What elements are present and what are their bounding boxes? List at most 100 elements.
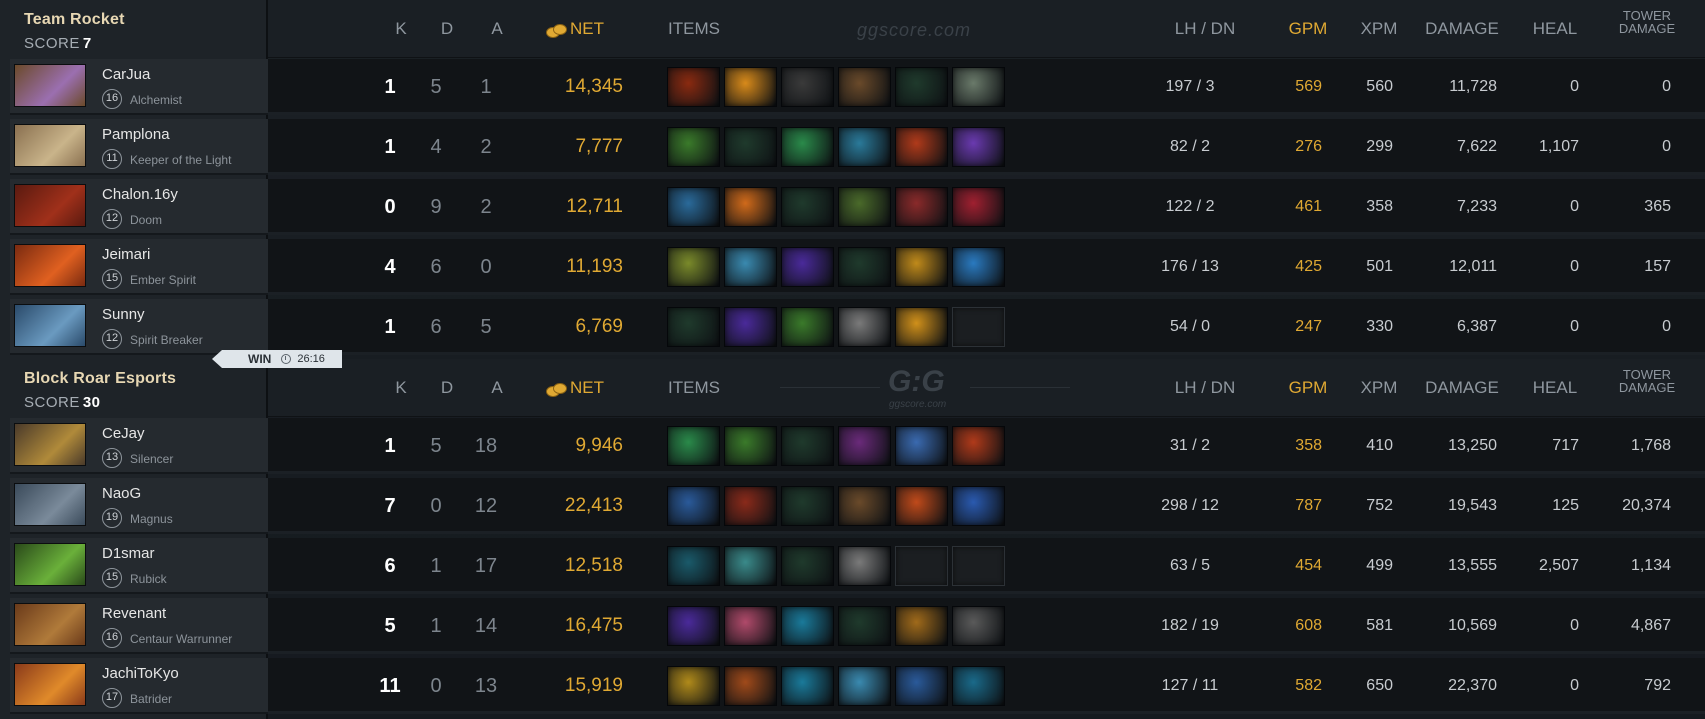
item-icon[interactable] xyxy=(781,546,834,586)
item-icon[interactable] xyxy=(667,307,720,347)
item-icon[interactable] xyxy=(724,247,777,287)
player-name[interactable]: CarJua xyxy=(102,66,150,83)
column-header-assists[interactable]: A xyxy=(487,19,507,39)
item-icon[interactable] xyxy=(895,486,948,526)
item-icon[interactable] xyxy=(781,426,834,466)
player-row[interactable]: Pamplona 11 Keeper of the Light 1 4 2 7,777 82 … xyxy=(0,118,1705,176)
item-icon[interactable] xyxy=(667,486,720,526)
item-icon[interactable] xyxy=(952,67,1005,107)
column-header-xpm[interactable]: XPM xyxy=(1354,19,1404,39)
player-name[interactable]: Sunny xyxy=(102,306,145,323)
item-icon[interactable] xyxy=(781,127,834,167)
item-icon[interactable] xyxy=(952,606,1005,646)
column-header-gpm[interactable]: GPM xyxy=(1283,19,1333,39)
item-icon[interactable] xyxy=(895,247,948,287)
item-icon[interactable] xyxy=(781,486,834,526)
item-icon[interactable] xyxy=(667,127,720,167)
item-icon[interactable] xyxy=(895,127,948,167)
column-header-heal[interactable]: HEAL xyxy=(1530,378,1580,398)
item-icon[interactable] xyxy=(895,307,948,347)
item-icon[interactable] xyxy=(952,247,1005,287)
player-name[interactable]: D1smar xyxy=(102,545,155,562)
item-icon[interactable] xyxy=(895,187,948,227)
column-header-kills[interactable]: K xyxy=(391,378,411,398)
player-card[interactable]: Jeimari 15 Ember Spirit xyxy=(10,239,268,295)
player-row[interactable]: Revenant 16 Centaur Warrunner 5 1 14 16,475 182… xyxy=(0,597,1705,655)
item-icon[interactable] xyxy=(724,606,777,646)
column-header-deaths[interactable]: D xyxy=(437,378,457,398)
item-icon[interactable] xyxy=(952,127,1005,167)
column-header-net[interactable]: NET xyxy=(540,378,610,398)
player-row[interactable]: CarJua 16 Alchemist 1 5 1 14,345 197 / 3 569 560 1… xyxy=(0,58,1705,116)
player-row[interactable]: CeJay 13 Silencer 1 5 18 9,946 31 / 2 358 410 13,2… xyxy=(0,417,1705,475)
item-icon[interactable] xyxy=(838,187,891,227)
item-icon[interactable] xyxy=(724,307,777,347)
column-header-heal[interactable]: HEAL xyxy=(1530,19,1580,39)
column-header-net[interactable]: NET xyxy=(540,19,610,39)
item-icon[interactable] xyxy=(724,486,777,526)
item-icon[interactable] xyxy=(724,127,777,167)
column-header-lh-dn[interactable]: LH / DN xyxy=(1160,19,1250,39)
item-icon[interactable] xyxy=(838,127,891,167)
item-icon[interactable] xyxy=(781,247,834,287)
item-icon[interactable] xyxy=(838,486,891,526)
item-icon[interactable] xyxy=(724,67,777,107)
column-header-gpm[interactable]: GPM xyxy=(1283,378,1333,398)
player-name[interactable]: JachiToKyo xyxy=(102,665,179,682)
column-header-items[interactable]: ITEMS xyxy=(664,378,724,398)
player-row[interactable]: Jeimari 15 Ember Spirit 4 6 0 11,193 176 / 13 42… xyxy=(0,238,1705,296)
player-card[interactable]: CarJua 16 Alchemist xyxy=(10,59,268,115)
item-icon[interactable] xyxy=(895,606,948,646)
item-icon[interactable] xyxy=(838,546,891,586)
item-icon[interactable] xyxy=(838,67,891,107)
item-icon[interactable] xyxy=(724,187,777,227)
column-header-tower-damage[interactable]: TOWER DAMAGE xyxy=(1612,368,1682,394)
item-icon[interactable] xyxy=(724,546,777,586)
player-name[interactable]: CeJay xyxy=(102,425,145,442)
player-row[interactable]: Sunny 12 Spirit Breaker 1 6 5 6,769 54 / 0 247 33… xyxy=(0,298,1705,356)
player-card[interactable]: CeJay 13 Silencer xyxy=(10,418,268,474)
item-icon[interactable] xyxy=(667,247,720,287)
column-header-xpm[interactable]: XPM xyxy=(1354,378,1404,398)
item-icon[interactable] xyxy=(667,187,720,227)
player-card[interactable]: Sunny 12 Spirit Breaker xyxy=(10,299,268,355)
item-icon[interactable] xyxy=(838,606,891,646)
column-header-items[interactable]: ITEMS xyxy=(664,19,724,39)
player-card[interactable]: Chalon.16y 12 Doom xyxy=(10,179,268,235)
player-card[interactable]: Pamplona 11 Keeper of the Light xyxy=(10,119,268,175)
column-header-damage[interactable]: DAMAGE xyxy=(1422,378,1502,398)
item-icon[interactable] xyxy=(724,426,777,466)
column-header-damage[interactable]: DAMAGE xyxy=(1422,19,1502,39)
item-icon[interactable] xyxy=(838,426,891,466)
player-name[interactable]: NaoG xyxy=(102,485,141,502)
item-icon[interactable] xyxy=(838,247,891,287)
player-name[interactable]: Jeimari xyxy=(102,246,150,263)
player-name[interactable]: Pamplona xyxy=(102,126,170,143)
player-card[interactable]: Revenant 16 Centaur Warrunner xyxy=(10,598,268,654)
item-icon[interactable] xyxy=(667,67,720,107)
item-icon[interactable] xyxy=(781,666,834,706)
column-header-lh-dn[interactable]: LH / DN xyxy=(1160,378,1250,398)
item-icon[interactable] xyxy=(895,67,948,107)
player-card[interactable]: JachiToKyo 17 Batrider xyxy=(10,658,268,714)
item-icon[interactable] xyxy=(781,67,834,107)
player-row[interactable]: JachiToKyo 17 Batrider 11 0 13 15,919 127 / 11 5… xyxy=(0,657,1705,715)
player-row[interactable]: NaoG 19 Magnus 7 0 12 22,413 298 / 12 787 752 19,5… xyxy=(0,477,1705,535)
item-icon[interactable] xyxy=(724,666,777,706)
item-icon[interactable] xyxy=(667,546,720,586)
player-name[interactable]: Chalon.16y xyxy=(102,186,178,203)
player-card[interactable]: D1smar 15 Rubick xyxy=(10,538,268,594)
item-icon[interactable] xyxy=(838,666,891,706)
item-icon[interactable] xyxy=(667,666,720,706)
item-icon[interactable] xyxy=(781,307,834,347)
player-row[interactable]: Chalon.16y 12 Doom 0 9 2 12,711 122 / 2 461 358 7,… xyxy=(0,178,1705,236)
item-icon[interactable] xyxy=(952,187,1005,227)
item-icon[interactable] xyxy=(667,606,720,646)
column-header-kills[interactable]: K xyxy=(391,19,411,39)
item-icon[interactable] xyxy=(838,307,891,347)
item-icon[interactable] xyxy=(952,426,1005,466)
column-header-deaths[interactable]: D xyxy=(437,19,457,39)
item-icon[interactable] xyxy=(781,606,834,646)
column-header-assists[interactable]: A xyxy=(487,378,507,398)
player-name[interactable]: Revenant xyxy=(102,605,166,622)
